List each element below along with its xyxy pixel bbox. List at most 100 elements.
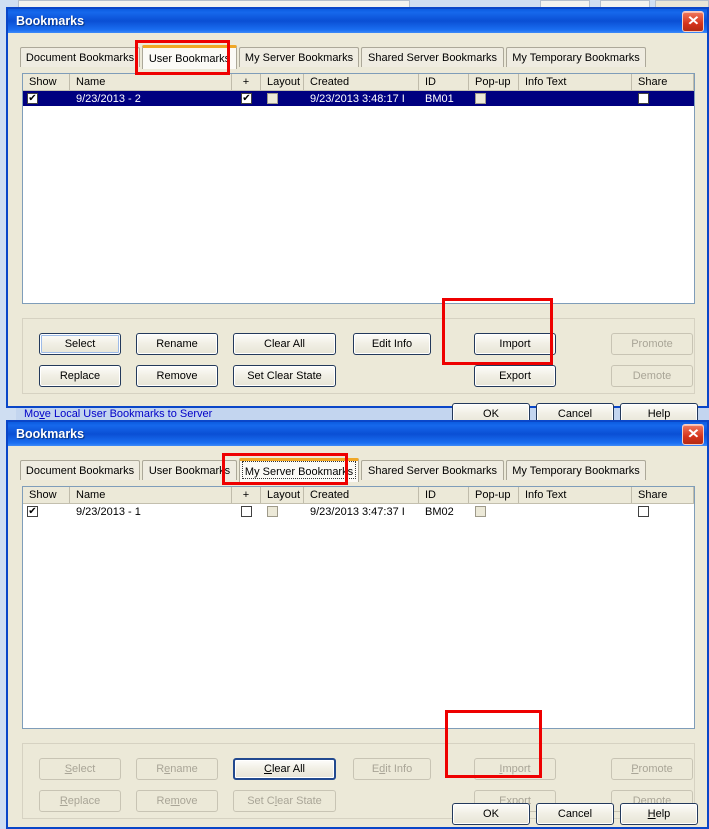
column-header-popup[interactable]: Pop-up	[469, 74, 519, 90]
remove-button: Remove	[136, 790, 218, 812]
column-header-id[interactable]: ID	[419, 74, 469, 90]
tab-label: Document Bookmarks	[25, 51, 135, 64]
promote-button: Promote	[611, 333, 693, 355]
bookmarks-list-top[interactable]: Show Name + Layout Created ID Pop-up Info Text S…	[22, 73, 695, 304]
column-header-plus[interactable]: +	[232, 487, 261, 503]
checkbox-layout[interactable]	[267, 93, 278, 104]
button-label: OK	[483, 808, 499, 820]
close-icon[interactable]: ✕	[682, 11, 704, 32]
edit-info-button[interactable]: Edit Info	[353, 333, 431, 355]
window-title: Bookmarks	[16, 14, 85, 28]
help-button[interactable]: Help	[620, 803, 698, 825]
button-label: Help	[647, 808, 671, 820]
checkbox-share[interactable]	[638, 93, 649, 104]
cancel-button[interactable]: Cancel	[536, 803, 614, 825]
button-label: Cancel	[557, 808, 593, 820]
tab-my-server-bookmarks[interactable]: My Server Bookmarks	[239, 47, 359, 67]
table-row[interactable]: ✔ 9/23/2013 - 2 ✔ 9/23/2013 3:48:17 I BM01	[23, 91, 694, 106]
column-header-layout[interactable]: Layout	[261, 74, 304, 90]
remove-button[interactable]: Remove	[136, 365, 218, 387]
actions-groupbox-top: Select Rename Clear All Edit Info Import Prom…	[22, 318, 695, 394]
tab-label: Shared Server Bookmarks	[368, 464, 497, 477]
cell-name: 9/23/2013 - 2	[76, 92, 141, 105]
tab-label: User Bookmarks	[148, 464, 231, 477]
tab-my-temporary-bookmarks[interactable]: My Temporary Bookmarks	[506, 460, 646, 480]
checkbox-show[interactable]: ✔	[27, 93, 38, 104]
checkbox-show[interactable]: ✔	[27, 506, 38, 517]
cell-created: 9/23/2013 3:47:37 I	[310, 505, 405, 518]
button-label: Promote	[631, 763, 673, 775]
checkbox-share[interactable]	[638, 506, 649, 517]
column-header-plus[interactable]: +	[232, 74, 261, 90]
titlebar-bottom: Bookmarks ✕	[8, 422, 707, 446]
button-label: Select	[64, 338, 96, 350]
checkbox-plus[interactable]: ✔	[241, 93, 252, 104]
tab-user-bookmarks[interactable]: User Bookmarks	[142, 460, 237, 480]
button-label: Replace	[59, 370, 101, 382]
dialog-body-top: Document Bookmarks User Bookmarks My Serve…	[8, 33, 707, 425]
clear-all-button[interactable]: Clear All	[233, 333, 336, 355]
tab-my-temporary-bookmarks[interactable]: My Temporary Bookmarks	[506, 47, 646, 67]
titlebar-top: Bookmarks ✕	[8, 9, 707, 33]
tab-label: My Server Bookmarks	[244, 465, 354, 478]
cell-created: 9/23/2013 3:48:17 I	[310, 92, 405, 105]
move-local-user-bookmarks-to-server-link[interactable]: Move Local User Bookmarks to Server	[24, 408, 212, 420]
checkbox-popup[interactable]	[475, 506, 486, 517]
tab-label: My Temporary Bookmarks	[512, 464, 640, 477]
column-header-name[interactable]: Name	[70, 487, 232, 503]
button-label: Demote	[632, 370, 672, 382]
close-glyph: ✕	[686, 426, 700, 441]
list-header-row: Show Name + Layout Created ID Pop-up Info Text S…	[23, 74, 694, 91]
tab-document-bookmarks[interactable]: Document Bookmarks	[20, 460, 140, 480]
tab-document-bookmarks[interactable]: Document Bookmarks	[20, 47, 140, 67]
bookmarks-list-bottom[interactable]: Show Name + Layout Created ID Pop-up Info Text S…	[22, 486, 695, 729]
checkbox-plus[interactable]	[241, 506, 252, 517]
column-header-infotext[interactable]: Info Text	[519, 74, 632, 90]
cell-popup	[469, 506, 519, 517]
column-header-created[interactable]: Created	[304, 487, 419, 503]
select-button[interactable]: Select	[39, 333, 121, 355]
column-header-popup[interactable]: Pop-up	[469, 487, 519, 503]
replace-button[interactable]: Replace	[39, 365, 121, 387]
button-label: Import	[499, 338, 531, 350]
column-header-share[interactable]: Share	[632, 74, 694, 90]
column-header-name[interactable]: Name	[70, 74, 232, 90]
table-row[interactable]: ✔ 9/23/2013 - 1 9/23/2013 3:47:37 I BM02	[23, 504, 694, 519]
export-button[interactable]: Export	[474, 365, 556, 387]
button-label: Clear All	[264, 338, 305, 350]
button-label: Rename	[156, 763, 198, 775]
button-label: Set Clear State	[247, 795, 322, 807]
column-header-share[interactable]: Share	[632, 487, 694, 503]
ok-button[interactable]: OK	[452, 803, 530, 825]
tab-user-bookmarks[interactable]: User Bookmarks	[142, 45, 237, 69]
bookmarks-dialog-top: Bookmarks ✕ Document Bookmarks User Bookm…	[6, 7, 709, 425]
edit-info-button: Edit Info	[353, 758, 431, 780]
close-icon[interactable]: ✕	[682, 424, 704, 445]
clear-all-button[interactable]: Clear All	[233, 758, 336, 780]
select-button: Select	[39, 758, 121, 780]
button-label: Cancel	[557, 408, 593, 420]
column-header-infotext[interactable]: Info Text	[519, 487, 632, 503]
tab-shared-server-bookmarks[interactable]: Shared Server Bookmarks	[361, 47, 504, 67]
cell-show: ✔	[23, 506, 70, 517]
checkbox-popup[interactable]	[475, 93, 486, 104]
tabstrip-top: Document Bookmarks User Bookmarks My Serve…	[20, 45, 697, 69]
column-header-layout[interactable]: Layout	[261, 487, 304, 503]
set-clear-state-button[interactable]: Set Clear State	[233, 365, 336, 387]
checkbox-layout[interactable]	[267, 506, 278, 517]
import-button[interactable]: Import	[474, 333, 556, 355]
tab-label: My Server Bookmarks	[244, 51, 354, 64]
bookmarks-dialog-bottom: Bookmarks ✕ Document Bookmarks User Bookm…	[6, 420, 709, 829]
button-label: Edit Info	[371, 338, 413, 350]
tab-shared-server-bookmarks[interactable]: Shared Server Bookmarks	[361, 460, 504, 480]
rename-button[interactable]: Rename	[136, 333, 218, 355]
column-header-show[interactable]: Show	[23, 487, 70, 503]
tab-my-server-bookmarks[interactable]: My Server Bookmarks	[239, 458, 359, 482]
column-header-created[interactable]: Created	[304, 74, 419, 90]
set-clear-state-button: Set Clear State	[233, 790, 336, 812]
button-label: OK	[483, 408, 499, 420]
promote-button: Promote	[611, 758, 693, 780]
column-header-show[interactable]: Show	[23, 74, 70, 90]
cell-plus	[232, 506, 261, 517]
column-header-id[interactable]: ID	[419, 487, 469, 503]
